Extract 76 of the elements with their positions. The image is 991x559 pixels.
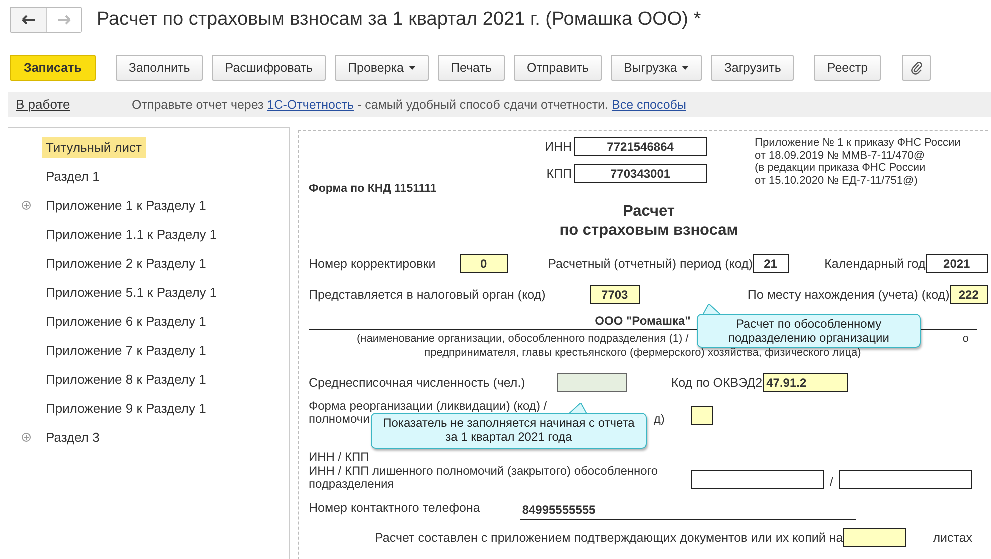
order-note: (в редакции приказа ФНС России <box>755 162 927 174</box>
field-label: полномочи <box>309 413 370 426</box>
section-item[interactable]: Приложение 1 к Разделу 1 <box>42 195 210 216</box>
section-item[interactable]: Приложение 9 к Разделу 1 <box>42 398 210 419</box>
caret-icon <box>409 66 416 70</box>
back-arrow-icon <box>22 15 36 25</box>
order-note: от 15.10.2020 № ЕД-7-11/751@) <box>755 174 919 187</box>
section-item[interactable]: Титульный лист <box>42 137 146 158</box>
okved-field[interactable]: 47.91.2 <box>762 373 848 392</box>
field-label: листах <box>933 530 973 544</box>
tax-office-field[interactable]: 7703 <box>590 285 640 304</box>
form-code: Форма по КНД 1151111 <box>309 183 438 195</box>
inn-field[interactable] <box>691 470 824 489</box>
phone-field[interactable]: 84995555555 <box>520 501 856 520</box>
caret-icon <box>682 66 690 70</box>
info-message: Отправьте отчет через 1С-Отчетность - самый удобный способ сдачи отчетности. Все способы <box>132 98 686 112</box>
separator: / <box>830 475 834 489</box>
field-label: Форма реорганизации (ликвидации) (код) / <box>309 400 548 413</box>
field-label: Календарный год <box>824 256 926 270</box>
toolbar-button[interactable]: Заполнить <box>116 54 204 80</box>
kpp-field[interactable] <box>839 470 972 489</box>
window-title: Расчет по страховым взносам за 1 квартал 2021 г. (Ромашка ООО) * <box>97 9 702 31</box>
period-field[interactable]: 21 <box>753 254 789 273</box>
paperclip-icon <box>910 60 923 74</box>
field-caption: о <box>962 333 969 345</box>
expand-icon[interactable] <box>22 433 31 442</box>
field-label: Среднесписочная численность (чел.) <box>309 376 526 390</box>
inn-field[interactable]: 7721546864 <box>574 137 708 156</box>
section-item[interactable]: Приложение 2 к Разделу 1 <box>42 253 210 274</box>
location-field[interactable]: 222 <box>950 285 988 304</box>
reporting-link[interactable]: 1С-Отчетность <box>267 98 354 112</box>
field-label: д) <box>654 413 665 426</box>
field-label: ИНН / КПП <box>309 451 370 464</box>
toolbar-button[interactable]: Печать <box>438 54 505 80</box>
field-label: Расчетный (отчетный) период (код) <box>548 256 754 270</box>
toolbar-button[interactable]: Загрузить <box>711 54 794 80</box>
toolbar-button[interactable]: Отправить <box>514 54 602 80</box>
section-item[interactable]: Приложение 7 к Разделу 1 <box>42 340 210 361</box>
attach-button[interactable] <box>902 54 932 80</box>
field-label: Представляется в налоговый орган (код) <box>309 288 546 302</box>
order-note: Приложение № 1 к приказу ФНС России <box>755 137 961 150</box>
tooltip-tail-icon <box>701 304 723 315</box>
field-label: Номер контактного телефона <box>309 500 480 514</box>
pages-field[interactable] <box>843 528 906 547</box>
field-label: КПП <box>546 166 572 180</box>
toolbar-button[interactable]: Расшифровать <box>212 54 326 80</box>
field-label: По месту нахождения (учета) (код) <box>748 288 950 302</box>
dropdown-button[interactable]: Выгрузка <box>610 54 702 80</box>
back-button[interactable] <box>11 8 46 32</box>
field-label: Код по ОКВЭД2 <box>671 376 763 390</box>
form-heading: по страховым взносам <box>558 221 740 240</box>
section-item[interactable]: Приложение 8 к Разделу 1 <box>42 369 210 390</box>
status-link[interactable]: В работе <box>16 97 132 112</box>
form-heading: Расчет <box>622 202 676 221</box>
field-caption: (наименование организации, обособленного подразделения (1) / <box>357 333 689 345</box>
all-methods-link[interactable]: Все способы <box>612 98 686 112</box>
section-item[interactable]: Приложение 1.1 к Разделу 1 <box>42 224 222 245</box>
kpp-field[interactable]: 770343001 <box>574 164 708 183</box>
section-item[interactable]: Приложение 6 к Разделу 1 <box>42 311 210 332</box>
field-label: ИНН <box>545 140 572 154</box>
dropdown-button[interactable]: Проверка <box>335 54 430 80</box>
year-field[interactable]: 2021 <box>926 254 988 273</box>
expand-icon[interactable] <box>22 201 31 210</box>
field-label: Расчет составлен с приложением подтверждающих документов или их копий на <box>375 530 844 544</box>
field-label: Номер корректировки <box>309 256 436 270</box>
save-button[interactable]: Записать <box>10 54 96 80</box>
toolbar-button[interactable]: Реестр <box>814 54 882 80</box>
forward-arrow-icon <box>57 15 71 25</box>
order-note: от 18.09.2019 № ММВ-7-11/470@ <box>755 150 926 162</box>
section-item[interactable]: Раздел 1 <box>42 166 104 187</box>
correction-field[interactable]: 0 <box>460 254 508 273</box>
field-label: ИНН / КПП лишенного полномочий (закрытого) обособленного <box>309 465 660 478</box>
section-item[interactable]: Приложение 5.1 к Разделу 1 <box>42 282 222 303</box>
section-item[interactable]: Раздел 3 <box>42 427 104 448</box>
reorganization-field[interactable] <box>691 406 713 425</box>
field-label: подразделения <box>309 478 396 491</box>
